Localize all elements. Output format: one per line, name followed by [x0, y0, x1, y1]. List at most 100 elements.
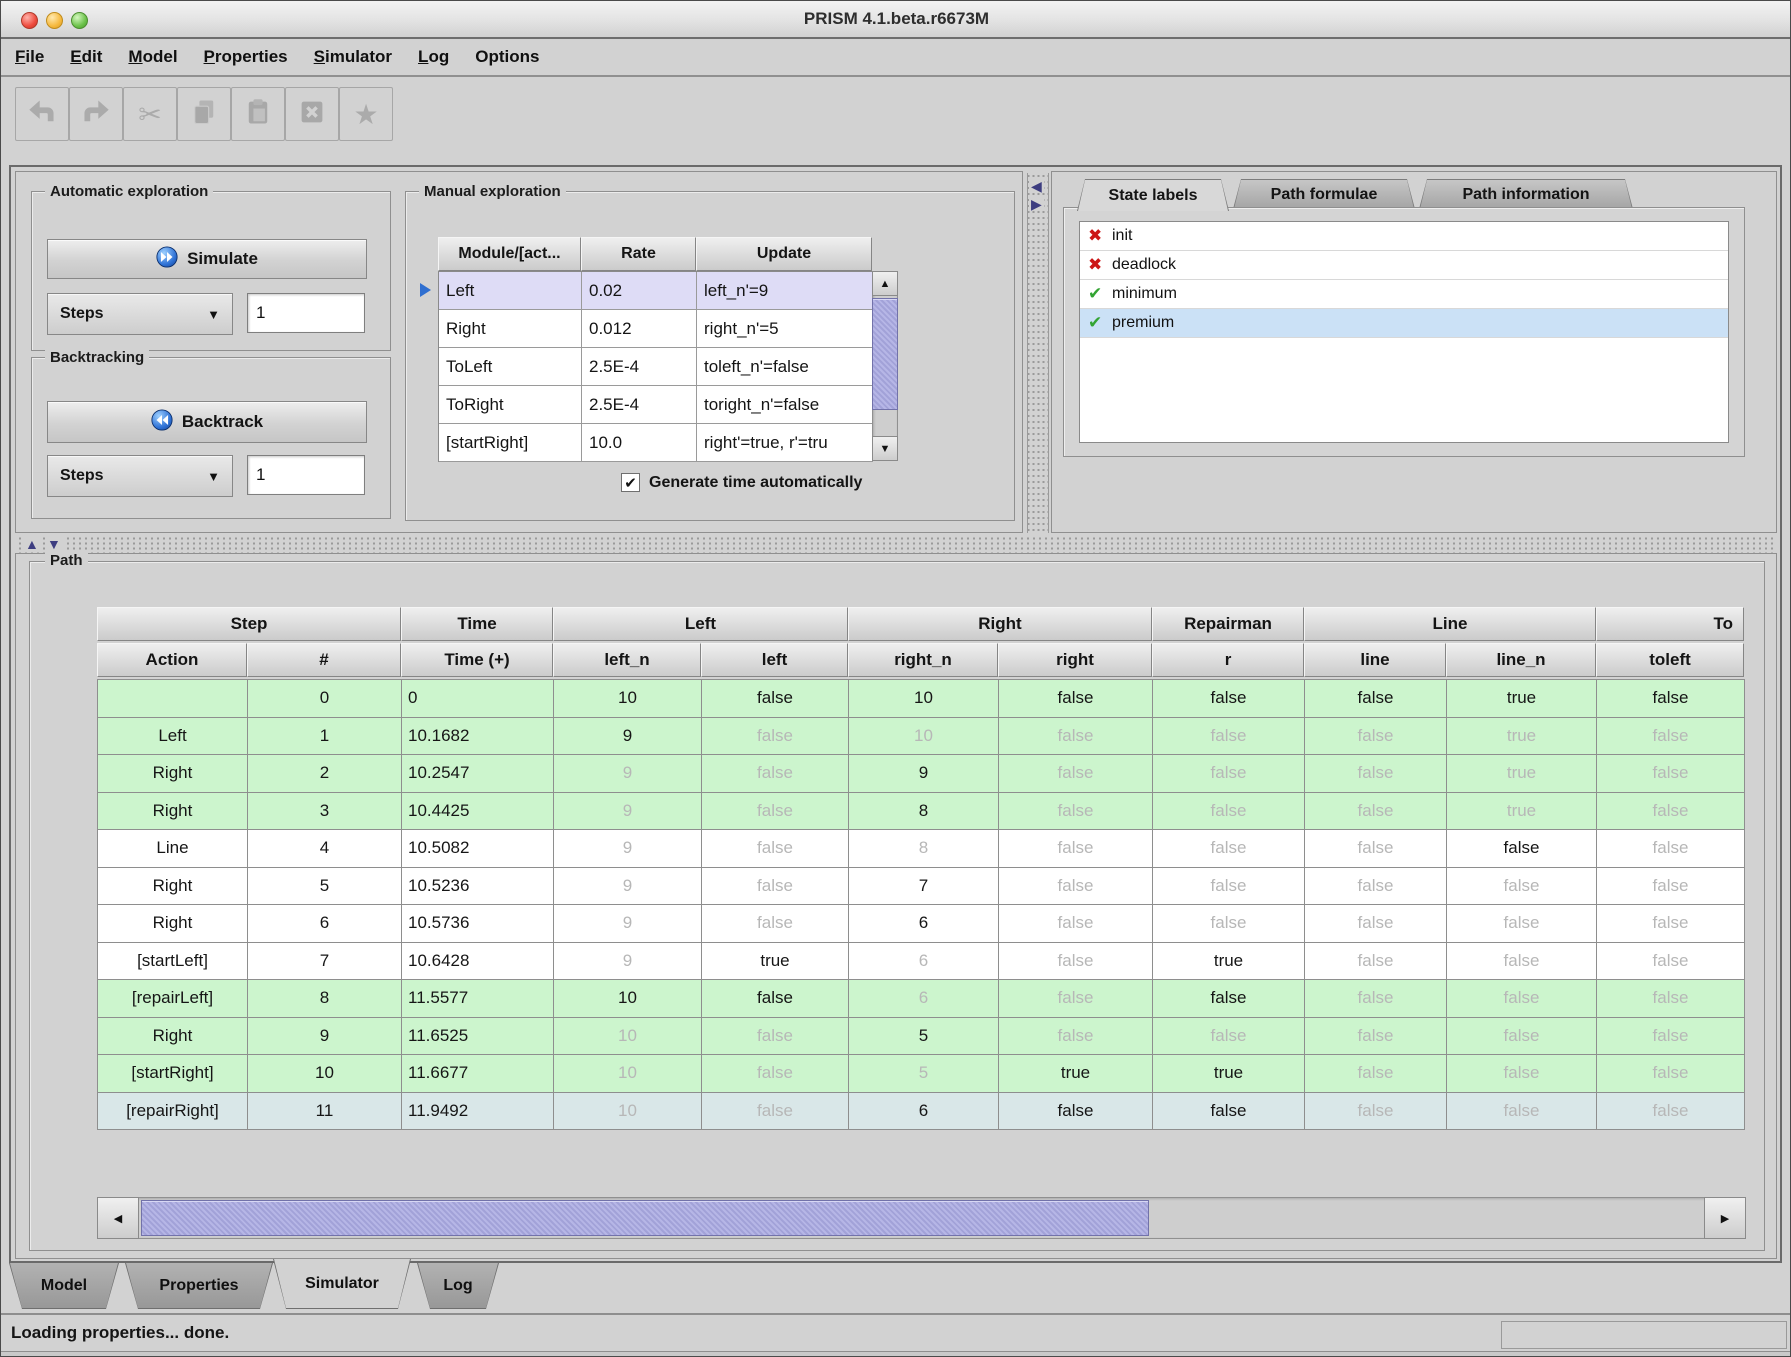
- simulate-steps-combo[interactable]: Steps ▼: [47, 293, 233, 335]
- collapse-right-icon[interactable]: ▶: [1029, 197, 1044, 211]
- state-label-item[interactable]: ✔premium: [1080, 309, 1728, 338]
- close-button[interactable]: [21, 12, 38, 29]
- manual-column-header[interactable]: Update: [696, 237, 872, 271]
- path-column-header[interactable]: left: [701, 643, 848, 677]
- path-row[interactable]: Left110.16829false10falsefalsefalsetruef…: [97, 718, 1745, 756]
- scroll-left-button[interactable]: ◀: [97, 1197, 139, 1239]
- path-row[interactable]: [startRight]1011.667710false5truetruefal…: [97, 1055, 1745, 1093]
- path-cell: false: [1153, 718, 1305, 756]
- star-button[interactable]: ★: [339, 87, 393, 141]
- tab-state-labels[interactable]: State labels: [1077, 179, 1229, 211]
- tab-simulator[interactable]: Simulator: [273, 1259, 411, 1309]
- path-column-header[interactable]: toleft: [1596, 643, 1744, 677]
- manual-table-scrollbar-thumb[interactable]: [872, 298, 898, 410]
- state-label-item[interactable]: ✖init: [1080, 222, 1728, 251]
- path-group-header[interactable]: To: [1596, 607, 1744, 641]
- manual-row[interactable]: Left0.02left_n'=9: [439, 272, 873, 310]
- path-row[interactable]: 0010false10falsefalsefalsetruefalse: [97, 680, 1745, 718]
- path-group-header[interactable]: Step: [97, 607, 401, 641]
- redo-button[interactable]: [69, 87, 123, 141]
- scroll-right-button[interactable]: ▶: [1704, 1197, 1746, 1239]
- scroll-up-button[interactable]: ▲: [872, 271, 898, 296]
- manual-row[interactable]: Right0.012right_n'=5: [439, 310, 873, 348]
- path-column-header[interactable]: line_n: [1446, 643, 1596, 677]
- state-label-item[interactable]: ✔minimum: [1080, 280, 1728, 309]
- collapse-up-icon[interactable]: ▲: [23, 537, 41, 551]
- manual-row[interactable]: [startRight]10.0right'=true, r'=tru: [439, 424, 873, 462]
- collapse-left-icon[interactable]: ◀: [1029, 179, 1044, 193]
- path-row[interactable]: Right510.52369false7falsefalsefalsefalse…: [97, 868, 1745, 906]
- menu-simulator[interactable]: Simulator: [314, 47, 392, 67]
- path-group-header[interactable]: Time: [401, 607, 553, 641]
- tab-label: State labels: [1078, 180, 1228, 211]
- path-column-header[interactable]: right_n: [848, 643, 998, 677]
- generate-time-checkbox[interactable]: ✔: [621, 473, 640, 492]
- path-column-header[interactable]: #: [247, 643, 401, 677]
- manual-row[interactable]: ToLeft2.5E-4toleft_n'=false: [439, 348, 873, 386]
- horizontal-splitter[interactable]: [15, 535, 1777, 553]
- state-label-item[interactable]: ✖deadlock: [1080, 251, 1728, 280]
- path-column-header[interactable]: line: [1304, 643, 1446, 677]
- path-row[interactable]: [startLeft]710.64289true6falsetruefalsef…: [97, 943, 1745, 981]
- collapse-down-icon[interactable]: ▼: [45, 537, 63, 551]
- path-row[interactable]: Right210.25479false9falsefalsefalsetruef…: [97, 755, 1745, 793]
- zoom-button[interactable]: [71, 12, 88, 29]
- tab-label: Model: [10, 1263, 118, 1308]
- window-bottom-edge: [1, 1351, 1791, 1357]
- path-scrollbar-thumb[interactable]: [141, 1200, 1149, 1236]
- menu-log[interactable]: Log: [418, 47, 449, 67]
- path-cell: 11: [248, 1093, 402, 1131]
- scroll-down-button[interactable]: ▼: [872, 436, 898, 461]
- path-cell: 10: [554, 1018, 702, 1056]
- path-row[interactable]: Right310.44259false8falsefalsefalsetruef…: [97, 793, 1745, 831]
- path-row[interactable]: Line410.50829false8falsefalsefalsefalsef…: [97, 830, 1745, 868]
- path-cell: 11.5577: [402, 980, 554, 1018]
- tab-path-formulae[interactable]: Path formulae: [1233, 179, 1415, 209]
- tab-properties[interactable]: Properties: [125, 1263, 273, 1309]
- menu-edit[interactable]: Edit: [70, 47, 102, 67]
- tab-model[interactable]: Model: [9, 1263, 119, 1309]
- simulate-button[interactable]: Simulate: [47, 239, 367, 279]
- path-group-header[interactable]: Repairman: [1152, 607, 1304, 641]
- path-cell: 10.6428: [402, 943, 554, 981]
- path-cell: 10.5082: [402, 830, 554, 868]
- undo-button[interactable]: [15, 87, 69, 141]
- copy-button[interactable]: [177, 87, 231, 141]
- manual-cell: 10.0: [582, 424, 697, 462]
- menu-options[interactable]: Options: [475, 47, 539, 67]
- tab-path-information[interactable]: Path information: [1419, 179, 1633, 209]
- path-column-header[interactable]: Action: [97, 643, 247, 677]
- path-row[interactable]: Right911.652510false5falsefalsefalsefals…: [97, 1018, 1745, 1056]
- path-group-header[interactable]: Right: [848, 607, 1152, 641]
- path-group-header[interactable]: Line: [1304, 607, 1596, 641]
- path-cell: 5: [248, 868, 402, 906]
- menu-model[interactable]: Model: [128, 47, 177, 67]
- vertical-splitter[interactable]: [1027, 173, 1049, 533]
- path-cell: false: [1305, 905, 1447, 943]
- delete-button[interactable]: [285, 87, 339, 141]
- manual-column-header[interactable]: Rate: [581, 237, 696, 271]
- path-column-header[interactable]: r: [1152, 643, 1304, 677]
- path-title: Path: [45, 552, 88, 569]
- menu-properties[interactable]: Properties: [204, 47, 288, 67]
- path-column-header[interactable]: right: [998, 643, 1152, 677]
- paste-button[interactable]: [231, 87, 285, 141]
- path-column-header[interactable]: left_n: [553, 643, 701, 677]
- path-row[interactable]: Right610.57369false6falsefalsefalsefalse…: [97, 905, 1745, 943]
- path-row[interactable]: [repairRight]1111.949210false6falsefalse…: [97, 1093, 1745, 1131]
- path-cell: 1: [248, 718, 402, 756]
- backtrack-button[interactable]: Backtrack: [47, 401, 367, 443]
- green-check-icon: ✔: [1088, 313, 1112, 333]
- path-row[interactable]: [repairLeft]811.557710false6falsefalsefa…: [97, 980, 1745, 1018]
- path-group-header[interactable]: Left: [553, 607, 848, 641]
- path-column-header[interactable]: Time (+): [401, 643, 553, 677]
- simulate-steps-input[interactable]: [247, 293, 365, 333]
- minimize-button[interactable]: [46, 12, 63, 29]
- tab-log[interactable]: Log: [417, 1263, 499, 1309]
- cut-button[interactable]: ✂: [123, 87, 177, 141]
- backtrack-steps-input[interactable]: [247, 455, 365, 495]
- manual-column-header[interactable]: Module/[act...: [438, 237, 581, 271]
- backtrack-steps-combo[interactable]: Steps ▼: [47, 455, 233, 497]
- menu-file[interactable]: File: [15, 47, 44, 67]
- manual-row[interactable]: ToRight2.5E-4toright_n'=false: [439, 386, 873, 424]
